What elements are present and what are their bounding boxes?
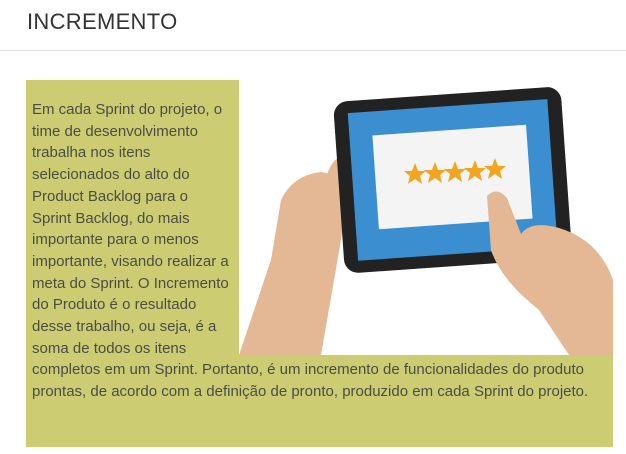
increment-description: Em cada Sprint do projeto, o time de des… xyxy=(32,99,607,403)
page-title: INCREMENTO xyxy=(27,9,178,34)
page-header: INCREMENTO xyxy=(0,0,626,51)
illustration-float-spacer xyxy=(230,99,607,356)
